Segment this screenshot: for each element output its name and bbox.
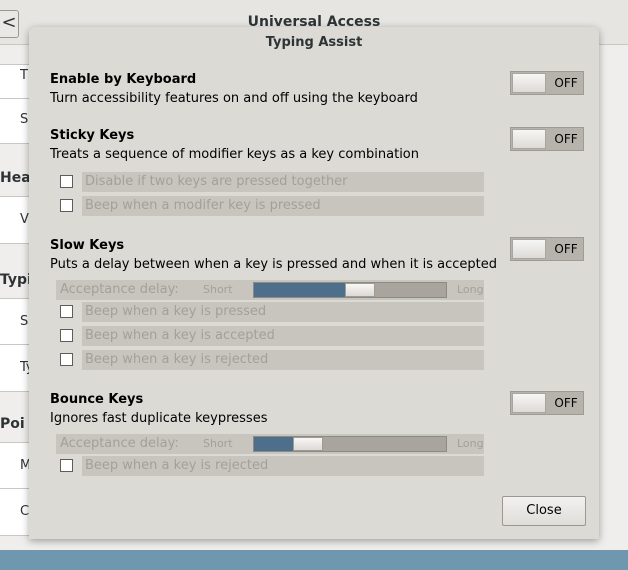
bounce-beep-rejected-checkbox[interactable] [60, 459, 73, 472]
slider-max-label: Long [457, 283, 484, 296]
sticky-beep-modifier-row: Beep when a modifer key is pressed [82, 196, 484, 216]
checkbox-label: Disable if two keys are pressed together [85, 174, 348, 189]
slow-keys-delay-row: Acceptance delay: Short Long [56, 280, 484, 300]
switch-knob [512, 393, 546, 413]
slow-beep-pressed-row: Beep when a key is pressed [82, 302, 484, 322]
enable-by-keyboard-title: Enable by Keyboard [50, 72, 197, 87]
slider-handle[interactable] [345, 283, 375, 297]
sticky-keys-title: Sticky Keys [50, 128, 135, 143]
checkbox-label: Beep when a key is accepted [85, 328, 275, 343]
enable-by-keyboard-switch[interactable]: OFF [510, 71, 584, 95]
sticky-keys-switch[interactable]: OFF [510, 127, 584, 151]
slider-max-label: Long [457, 437, 484, 450]
enable-by-keyboard-description: Turn accessibility features on and off u… [50, 91, 418, 106]
parent-section-heading: Typi [0, 272, 30, 288]
switch-state-label: OFF [554, 396, 578, 410]
desktop-background [0, 550, 628, 570]
bounce-keys-description: Ignores fast duplicate keypresses [50, 411, 268, 426]
typing-assist-dialog: Typing Assist Enable by Keyboard Turn ac… [29, 27, 599, 539]
switch-knob [512, 73, 546, 93]
slider-min-label: Short [203, 437, 233, 450]
switch-knob [512, 129, 546, 149]
bounce-keys-switch[interactable]: OFF [510, 391, 584, 415]
sticky-keys-description: Treats a sequence of modifier keys as a … [50, 147, 419, 162]
parent-section-heading: Poi [0, 416, 25, 432]
close-button[interactable]: Close [502, 496, 586, 526]
parent-settings-list: T S Hea V Typi S Ty Poi M C [0, 44, 30, 550]
slider-handle[interactable] [293, 437, 323, 451]
sticky-disable-two-keys-checkbox[interactable] [60, 175, 73, 188]
slow-keys-title: Slow Keys [50, 238, 125, 253]
slider-label: Acceptance delay: [60, 436, 179, 451]
bounce-beep-rejected-row: Beep when a key is rejected [82, 456, 484, 476]
sticky-disable-two-keys-row: Disable if two keys are pressed together [82, 172, 484, 192]
checkbox-label: Beep when a modifer key is pressed [85, 198, 321, 213]
switch-state-label: OFF [554, 132, 578, 146]
switch-state-label: OFF [554, 76, 578, 90]
checkbox-label: Beep when a key is rejected [85, 458, 269, 473]
checkbox-label: Beep when a key is pressed [85, 304, 267, 319]
bounce-keys-delay-slider[interactable] [253, 436, 447, 452]
slow-beep-accepted-row: Beep when a key is accepted [82, 326, 484, 346]
switch-state-label: OFF [554, 242, 578, 256]
slow-beep-rejected-row: Beep when a key is rejected [82, 350, 484, 370]
slider-min-label: Short [203, 283, 233, 296]
slow-beep-rejected-checkbox[interactable] [60, 353, 73, 366]
checkbox-label: Beep when a key is rejected [85, 352, 269, 367]
parent-section-heading: Hea [0, 170, 30, 186]
sticky-beep-modifier-checkbox[interactable] [60, 199, 73, 212]
switch-knob [512, 239, 546, 259]
slow-beep-pressed-checkbox[interactable] [60, 305, 73, 318]
bounce-keys-title: Bounce Keys [50, 392, 144, 407]
slider-label: Acceptance delay: [60, 282, 179, 297]
slow-keys-switch[interactable]: OFF [510, 237, 584, 261]
dialog-title: Typing Assist [265, 35, 363, 50]
slow-keys-description: Puts a delay between when a key is press… [50, 257, 497, 272]
slow-beep-accepted-checkbox[interactable] [60, 329, 73, 342]
slow-keys-delay-slider[interactable] [253, 282, 447, 298]
bounce-keys-delay-row: Acceptance delay: Short Long [56, 434, 484, 454]
